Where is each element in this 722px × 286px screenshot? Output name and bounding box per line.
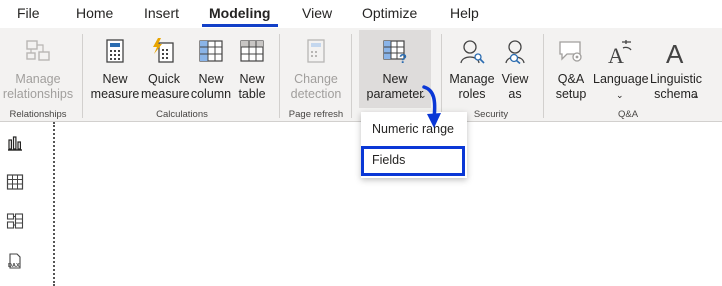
manage-relationships-button[interactable]: Manage relationships: [2, 30, 74, 108]
language-button[interactable]: A Language ⌄: [593, 30, 649, 108]
language-icon: A: [608, 40, 632, 64]
svg-text:?: ?: [399, 51, 407, 64]
manage-roles-icon: [460, 40, 485, 64]
new-measure-button[interactable]: New measure: [90, 30, 140, 108]
menu-file[interactable]: File: [17, 5, 40, 21]
svg-text:A: A: [608, 43, 624, 64]
quick-measure-label: Quick measure: [141, 72, 190, 101]
quick-measure-button[interactable]: Quick measure: [141, 30, 190, 108]
view-switcher-rail: DAX: [0, 122, 30, 286]
linguistic-schema-button[interactable]: A Linguistic schema ⌄: [648, 30, 704, 108]
view-as-label: View as: [501, 72, 529, 101]
group-label-calculations: Calculations: [156, 109, 208, 120]
manage-relationships-label: Manage relationships: [2, 72, 74, 101]
power-bi-window: File Home Insert Modeling View Optimize …: [0, 0, 722, 286]
quick-measure-icon: [153, 38, 174, 63]
change-detection-icon: [307, 39, 325, 63]
table-view-icon[interactable]: [6, 173, 24, 191]
manage-relationships-icon: [26, 40, 50, 61]
qa-setup-button[interactable]: Q&A setup: [550, 30, 592, 108]
table-column-icon: [199, 40, 223, 62]
manage-roles-label: Manage roles: [449, 72, 495, 101]
active-tab-underline: [202, 24, 278, 27]
group-separator: [82, 34, 83, 118]
menu-modeling[interactable]: Modeling: [209, 5, 270, 21]
change-detection-label: Change detection: [290, 72, 342, 101]
view-as-button[interactable]: View as: [497, 30, 533, 108]
change-detection-button[interactable]: Change detection: [286, 30, 346, 108]
group-label-page-refresh: Page refresh: [288, 109, 344, 120]
chevron-down-icon: ⌄: [692, 90, 700, 100]
menu-optimize[interactable]: Optimize: [362, 5, 417, 21]
menu-help[interactable]: Help: [450, 5, 479, 21]
svg-text:DAX: DAX: [8, 263, 20, 269]
group-separator: [351, 34, 352, 118]
svg-text:A: A: [666, 39, 684, 64]
menu-bar: File Home Insert Modeling View Optimize …: [0, 0, 722, 28]
group-separator: [279, 34, 280, 118]
report-canvas-edge: [53, 122, 55, 286]
menu-insert[interactable]: Insert: [144, 5, 179, 21]
menu-view[interactable]: View: [302, 5, 332, 21]
new-column-label: New column: [190, 72, 232, 101]
language-label: Language: [593, 72, 649, 86]
view-as-icon: [505, 40, 525, 64]
annotation-arrow-icon: [422, 85, 441, 128]
group-separator: [543, 34, 544, 118]
model-view-icon[interactable]: [6, 212, 24, 230]
linguistic-schema-icon: A: [666, 39, 684, 64]
group-label-relationships: Relationships: [9, 109, 67, 120]
new-table-button[interactable]: New table: [234, 30, 270, 108]
manage-roles-button[interactable]: Manage roles: [448, 30, 496, 108]
qa-setup-icon: [559, 41, 582, 62]
fields-highlight-box: [361, 146, 465, 176]
menu-home[interactable]: Home: [76, 5, 113, 21]
group-label-qa: Q&A: [617, 109, 639, 120]
new-measure-label: New measure: [90, 72, 140, 101]
report-view-icon[interactable]: [6, 134, 24, 152]
new-column-button[interactable]: New column: [189, 30, 233, 108]
qa-setup-label: Q&A setup: [555, 72, 587, 101]
new-table-label: New table: [238, 72, 266, 101]
chevron-down-icon: ⌄: [616, 90, 624, 100]
new-parameter-icon: ?: [383, 40, 407, 64]
table-icon: [240, 40, 264, 62]
ribbon: Manage relationships Relationships New m…: [0, 28, 722, 122]
calculator-icon: [106, 39, 124, 63]
dax-query-view-icon[interactable]: DAX: [6, 252, 24, 270]
